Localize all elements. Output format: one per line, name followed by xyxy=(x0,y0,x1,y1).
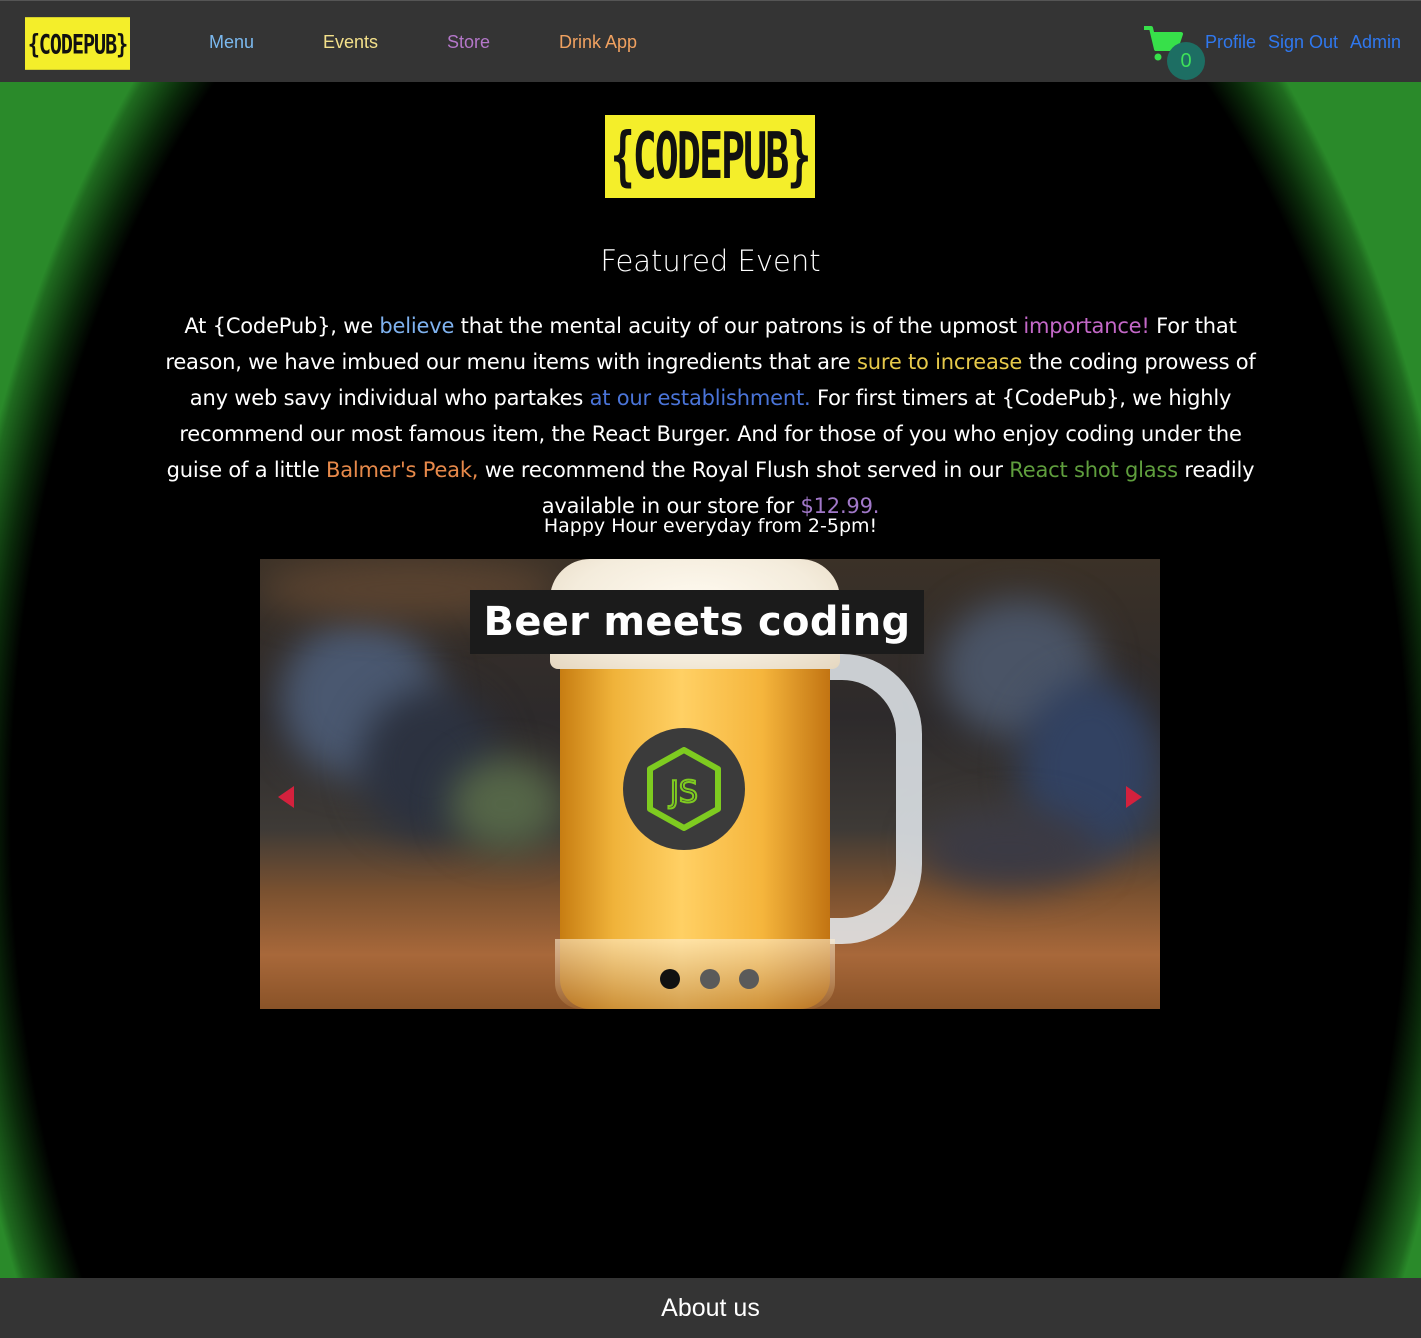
about-us-link[interactable]: About us xyxy=(661,1294,760,1323)
chevron-left-icon xyxy=(278,786,294,808)
intro-text: that the mental acuity of our patrons is… xyxy=(454,314,1024,338)
nodejs-logo: JS xyxy=(623,728,745,850)
carousel-dot-3[interactable] xyxy=(739,969,759,989)
sign-out-link[interactable]: Sign Out xyxy=(1268,32,1338,53)
footer: About us xyxy=(0,1278,1421,1338)
nodejs-hexagon-icon: JS xyxy=(647,747,721,831)
main-logo-text: {CODEPUB} xyxy=(610,119,812,194)
intro-highlight-sure: sure to increase xyxy=(857,350,1023,374)
happy-hour-text: Happy Hour everyday from 2-5pm! xyxy=(543,515,878,537)
intro-text: At {CodePub}, we xyxy=(184,314,380,338)
carousel-dot-2[interactable] xyxy=(700,969,720,989)
featured-event-title: Featured Event xyxy=(600,244,821,278)
nav-link-store[interactable]: Store xyxy=(447,32,490,53)
nav-logo[interactable]: {CODEPUB} xyxy=(25,17,130,70)
featured-event-description: At {CodePub}, we believe that the mental… xyxy=(163,308,1258,524)
nav-link-menu[interactable]: Menu xyxy=(209,32,254,53)
nav-link-drink-app[interactable]: Drink App xyxy=(559,32,637,53)
carousel-indicators xyxy=(660,969,760,989)
nav-link-events[interactable]: Events xyxy=(323,32,378,53)
intro-text: we recommend the Royal Flush shot served… xyxy=(478,458,1010,482)
main-logo: {CODEPUB} xyxy=(605,115,815,198)
slide-caption: Beer meets coding xyxy=(470,590,924,654)
admin-link[interactable]: Admin xyxy=(1350,32,1401,53)
intro-highlight-believe: believe xyxy=(379,314,455,338)
profile-link[interactable]: Profile xyxy=(1205,32,1256,53)
carousel-next-button[interactable] xyxy=(1126,786,1142,812)
nodejs-badge-text: JS xyxy=(668,775,698,810)
chevron-right-icon xyxy=(1126,786,1142,808)
intro-highlight-shot-glass: React shot glass xyxy=(1009,458,1178,482)
carousel-prev-button[interactable] xyxy=(278,786,294,812)
intro-highlight-balmer: Balmer's Peak, xyxy=(326,458,479,482)
navbar: {CODEPUB} Menu Events Store Drink App 0 … xyxy=(0,0,1421,82)
intro-highlight-importance: importance! xyxy=(1023,314,1150,338)
intro-highlight-establishment: at our establishment. xyxy=(589,386,811,410)
carousel-dot-1[interactable] xyxy=(660,969,680,989)
event-carousel[interactable]: Beer meets coding JS xyxy=(260,559,1160,1009)
cart-count-badge: 0 xyxy=(1167,42,1205,80)
